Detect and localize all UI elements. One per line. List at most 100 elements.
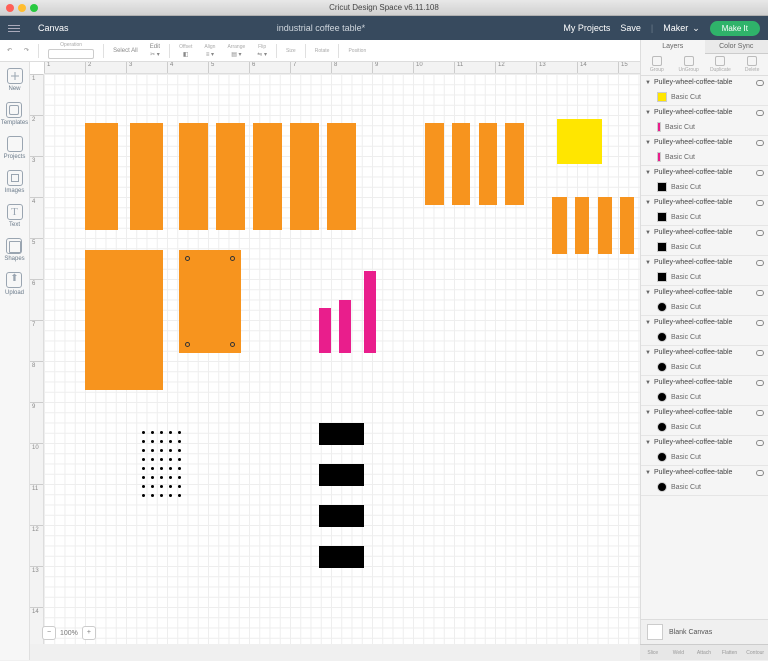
close-icon[interactable] (6, 4, 14, 12)
eye-icon[interactable] (756, 290, 764, 296)
layer-group[interactable]: ▼Pulley-wheel-coffee-tableBasic Cut (641, 166, 768, 196)
align-menu[interactable]: Align≡ ▾ (201, 44, 218, 58)
layer-group[interactable]: ▼Pulley-wheel-coffee-tableBasic Cut (641, 106, 768, 136)
shape-orange[interactable] (452, 123, 470, 205)
arrange-menu[interactable]: Arrange▤ ▾ (224, 44, 248, 58)
weld-button[interactable]: Weld (666, 645, 692, 660)
undo-button[interactable]: ↶ (4, 47, 15, 54)
flip-menu[interactable]: Flip⇋ ▾ (254, 44, 270, 58)
layer-group[interactable]: ▼Pulley-wheel-coffee-tableBasic Cut (641, 136, 768, 166)
make-it-button[interactable]: Make It (710, 21, 760, 36)
shape-black[interactable] (319, 423, 364, 446)
flatten-button[interactable]: Flatten (717, 645, 743, 660)
contour-button[interactable]: Contour (742, 645, 768, 660)
operation-select[interactable]: Operation (45, 42, 97, 59)
layer-group[interactable]: ▼Pulley-wheel-coffee-tableBasic Cut (641, 346, 768, 376)
layers-list[interactable]: ▼Pulley-wheel-coffee-tableBasic Cut▼Pull… (641, 76, 768, 619)
eye-icon[interactable] (756, 140, 764, 146)
slice-button[interactable]: Slice (640, 645, 666, 660)
ungroup-button[interactable]: UnGroup (673, 54, 705, 75)
canvas-label[interactable]: Canvas (28, 23, 79, 33)
save-button[interactable]: Save (620, 23, 641, 33)
rotate-field[interactable]: Rotate (312, 48, 333, 54)
layer-group[interactable]: ▼Pulley-wheel-coffee-tableBasic Cut (641, 316, 768, 346)
shape-orange[interactable] (620, 197, 634, 254)
layer-group[interactable]: ▼Pulley-wheel-coffee-tableBasic Cut (641, 256, 768, 286)
layer-group[interactable]: ▼Pulley-wheel-coffee-tableBasic Cut (641, 406, 768, 436)
text-tool[interactable]: Text (7, 204, 23, 228)
shape-pink[interactable] (339, 300, 351, 353)
shape-orange[interactable] (85, 250, 163, 389)
shape-pink[interactable] (364, 271, 376, 353)
design-canvas[interactable] (44, 74, 640, 644)
templates-tool[interactable]: Templates (1, 102, 28, 126)
new-tool[interactable]: New (7, 68, 23, 92)
blank-canvas-row[interactable]: Blank Canvas (641, 619, 768, 644)
shape-black[interactable] (319, 546, 364, 569)
shape-orange[interactable] (179, 123, 208, 230)
menu-icon[interactable] (0, 16, 28, 40)
shape-dots[interactable] (142, 431, 184, 500)
shape-orange[interactable] (505, 123, 523, 205)
group-button[interactable]: Group (641, 54, 673, 75)
layer-group[interactable]: ▼Pulley-wheel-coffee-tableBasic Cut (641, 226, 768, 256)
eye-icon[interactable] (756, 320, 764, 326)
eye-icon[interactable] (756, 440, 764, 446)
select-all-button[interactable]: Select All (110, 48, 141, 54)
my-projects-link[interactable]: My Projects (563, 23, 610, 33)
edit-menu[interactable]: Edit✂ ▾ (147, 44, 163, 58)
shape-yellow[interactable] (557, 119, 602, 164)
layer-group[interactable]: ▼Pulley-wheel-coffee-tableBasic Cut (641, 436, 768, 466)
shape-pink[interactable] (319, 308, 331, 353)
projects-tool[interactable]: Projects (4, 136, 26, 160)
shape-orange[interactable] (598, 197, 612, 254)
zoom-out-button[interactable]: − (42, 626, 56, 640)
project-name[interactable]: industrial coffee table* (79, 23, 564, 33)
machine-selector[interactable]: Maker ⌄ (663, 23, 700, 34)
eye-icon[interactable] (756, 410, 764, 416)
shape-orange[interactable] (575, 197, 589, 254)
tab-layers[interactable]: Layers (641, 40, 705, 54)
layer-group[interactable]: ▼Pulley-wheel-coffee-tableBasic Cut (641, 376, 768, 406)
shape-black[interactable] (319, 464, 364, 487)
tab-color-sync[interactable]: Color Sync (705, 40, 768, 54)
eye-icon[interactable] (756, 80, 764, 86)
shape-black[interactable] (319, 505, 364, 528)
shape-orange[interactable] (327, 123, 356, 230)
layer-group[interactable]: ▼Pulley-wheel-coffee-tableBasic Cut (641, 76, 768, 106)
duplicate-button[interactable]: Duplicate (705, 54, 737, 75)
layer-op: Basic Cut (671, 424, 701, 431)
offset-button[interactable]: Offset◧ (176, 44, 195, 58)
eye-icon[interactable] (756, 200, 764, 206)
shape-orange[interactable] (479, 123, 497, 205)
delete-button[interactable]: Delete (736, 54, 768, 75)
maximize-icon[interactable] (30, 4, 38, 12)
upload-tool[interactable]: Upload (5, 272, 24, 296)
attach-button[interactable]: Attach (691, 645, 717, 660)
minimize-icon[interactable] (18, 4, 26, 12)
shape-orange[interactable] (216, 123, 245, 230)
shape-orange[interactable] (130, 123, 163, 230)
layer-group[interactable]: ▼Pulley-wheel-coffee-tableBasic Cut (641, 466, 768, 496)
redo-button[interactable]: ↷ (21, 47, 32, 54)
layer-group[interactable]: ▼Pulley-wheel-coffee-tableBasic Cut (641, 196, 768, 226)
size-fields[interactable]: Size (283, 48, 299, 54)
eye-icon[interactable] (756, 380, 764, 386)
shape-orange[interactable] (552, 197, 566, 254)
eye-icon[interactable] (756, 470, 764, 476)
eye-icon[interactable] (756, 110, 764, 116)
shape-orange[interactable] (425, 123, 443, 205)
shape-orange[interactable] (85, 123, 118, 230)
eye-icon[interactable] (756, 260, 764, 266)
layer-group[interactable]: ▼Pulley-wheel-coffee-tableBasic Cut (641, 286, 768, 316)
zoom-in-button[interactable]: + (82, 626, 96, 640)
shape-orange[interactable] (253, 123, 282, 230)
shapes-tool[interactable]: Shapes (4, 238, 24, 262)
shape-orange[interactable] (179, 250, 241, 353)
eye-icon[interactable] (756, 230, 764, 236)
eye-icon[interactable] (756, 170, 764, 176)
position-fields[interactable]: Position (345, 48, 369, 54)
eye-icon[interactable] (756, 350, 764, 356)
images-tool[interactable]: Images (5, 170, 25, 194)
shape-orange[interactable] (290, 123, 319, 230)
